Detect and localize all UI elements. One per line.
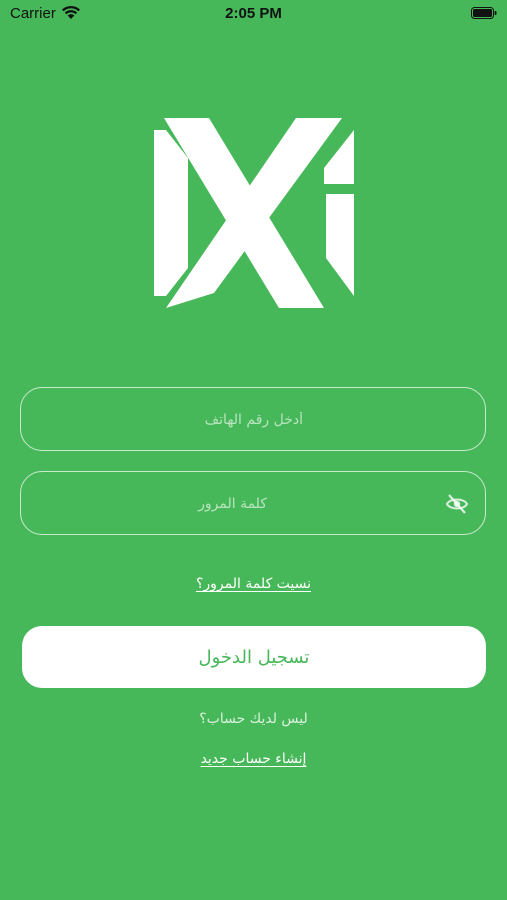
status-bar: Carrier 2:05 PM	[0, 0, 507, 30]
login-button[interactable]: تسجيل الدخول	[22, 626, 486, 688]
password-field[interactable]	[20, 471, 486, 536]
forgot-password-link[interactable]: نسيت كلمة المرور؟	[0, 576, 507, 592]
battery-icon	[471, 7, 497, 19]
password-input[interactable]	[81, 472, 269, 536]
phone-field[interactable]	[20, 387, 486, 452]
phone-input[interactable]	[81, 388, 305, 452]
status-time: 2:05 PM	[225, 5, 282, 22]
x-brand-logo	[154, 118, 354, 308]
no-account-text: ليس لديك حساب؟	[199, 711, 308, 727]
create-account-link[interactable]: إنشاء حساب جديد	[0, 751, 507, 767]
eye-slash-icon[interactable]	[445, 492, 469, 516]
